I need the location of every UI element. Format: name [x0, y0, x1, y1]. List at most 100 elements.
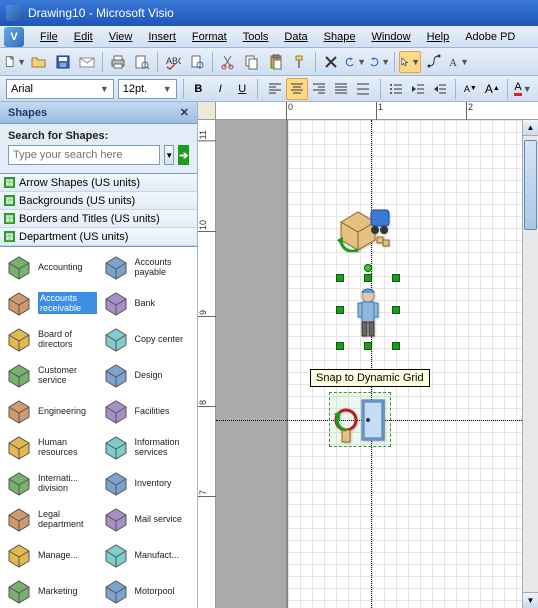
- menu-help[interactable]: Help: [419, 29, 458, 45]
- menu-file[interactable]: File: [32, 29, 66, 45]
- menu-insert[interactable]: Insert: [140, 29, 184, 45]
- shape-item[interactable]: Facilities: [99, 393, 196, 429]
- copy-button[interactable]: [241, 51, 263, 73]
- resize-handle[interactable]: [336, 274, 344, 282]
- align-center-button[interactable]: [286, 78, 308, 100]
- cut-button[interactable]: [217, 51, 239, 73]
- ruler-tick: 10: [198, 220, 216, 232]
- shape-item[interactable]: Board of directors: [2, 321, 99, 357]
- horizontal-ruler[interactable]: 0123: [216, 102, 538, 120]
- shape-item[interactable]: Motorpool: [99, 573, 196, 608]
- italic-button[interactable]: I: [211, 78, 229, 100]
- shape-item[interactable]: Bank: [99, 285, 196, 321]
- shape-item[interactable]: Customer service: [2, 357, 99, 393]
- print-preview-button[interactable]: [131, 51, 153, 73]
- search-dropdown-icon[interactable]: ▼: [164, 145, 174, 165]
- font-color-button[interactable]: A▼: [514, 78, 532, 100]
- stencil-item[interactable]: ▦Borders and Titles (US units): [0, 210, 197, 228]
- pointer-tool-button[interactable]: ▼: [399, 51, 421, 73]
- stencil-item[interactable]: ▦Department (US units): [0, 228, 197, 246]
- shape-label: Information services: [135, 437, 194, 458]
- shape-item[interactable]: Legal department: [2, 501, 99, 537]
- stencil-item[interactable]: ▦Backgrounds (US units): [0, 192, 197, 210]
- research-button[interactable]: [186, 51, 208, 73]
- shape-item[interactable]: Marketing: [2, 573, 99, 608]
- new-button[interactable]: ▼: [4, 51, 26, 73]
- dynamic-guide-v: [371, 120, 372, 608]
- resize-handle[interactable]: [336, 342, 344, 350]
- decrease-indent-button[interactable]: [409, 78, 427, 100]
- shape-thumb-icon: [4, 288, 34, 318]
- resize-handle[interactable]: [336, 306, 344, 314]
- shape-label: Copy center: [135, 334, 194, 344]
- resize-handle[interactable]: [364, 274, 372, 282]
- bold-button[interactable]: B: [189, 78, 207, 100]
- text-tool-button[interactable]: A▼: [447, 51, 469, 73]
- menu-data[interactable]: Data: [276, 29, 315, 45]
- menu-adobe[interactable]: Adobe PD: [457, 29, 523, 45]
- shape-item[interactable]: Accounts payable: [99, 249, 196, 285]
- align-justify-button[interactable]: [330, 78, 352, 100]
- scroll-thumb[interactable]: [524, 140, 537, 230]
- shape-item[interactable]: Human resources: [2, 429, 99, 465]
- underline-button[interactable]: U: [233, 78, 251, 100]
- drawing-canvas[interactable]: Snap to Dynamic Grid: [216, 120, 538, 608]
- shape-item[interactable]: Mail service: [99, 501, 196, 537]
- resize-handle[interactable]: [392, 342, 400, 350]
- search-input[interactable]: [8, 145, 160, 165]
- canvas-shape-bank-dragging[interactable]: [332, 394, 390, 449]
- close-icon[interactable]: ✕: [180, 106, 189, 119]
- delete-button[interactable]: [320, 51, 342, 73]
- align-right-button[interactable]: [308, 78, 330, 100]
- rotation-handle[interactable]: [364, 264, 372, 272]
- bullets-button[interactable]: [387, 78, 405, 100]
- resize-handle[interactable]: [392, 306, 400, 314]
- shape-item[interactable]: Engineering: [2, 393, 99, 429]
- redo-button[interactable]: ▼: [368, 51, 390, 73]
- shape-item[interactable]: Manufact...: [99, 537, 196, 573]
- distribute-button[interactable]: [352, 78, 374, 100]
- font-size-combo[interactable]: 12pt.▼: [118, 79, 177, 99]
- vertical-scrollbar[interactable]: ▲ ▼: [522, 120, 538, 608]
- menu-tools[interactable]: Tools: [235, 29, 277, 45]
- print-button[interactable]: [107, 51, 129, 73]
- shape-thumb-icon: [101, 576, 131, 606]
- shape-item[interactable]: Internati... division: [2, 465, 99, 501]
- visio-logo-icon[interactable]: V: [4, 27, 24, 47]
- scroll-down-icon[interactable]: ▼: [523, 592, 538, 608]
- shape-item[interactable]: Manage...: [2, 537, 99, 573]
- menu-edit[interactable]: Edit: [66, 29, 101, 45]
- spelling-button[interactable]: ABC: [162, 51, 184, 73]
- scroll-up-icon[interactable]: ▲: [523, 120, 538, 136]
- shape-item[interactable]: Accounting: [2, 249, 99, 285]
- menu-shape[interactable]: Shape: [316, 29, 364, 45]
- vertical-ruler[interactable]: 1110987: [198, 120, 216, 608]
- shape-item[interactable]: Design: [99, 357, 196, 393]
- save-button[interactable]: [52, 51, 74, 73]
- shape-thumb-icon: [101, 324, 131, 354]
- menu-format[interactable]: Format: [184, 29, 235, 45]
- increase-font-button[interactable]: A▲: [483, 78, 501, 100]
- resize-handle[interactable]: [364, 342, 372, 350]
- shape-item[interactable]: Copy center: [99, 321, 196, 357]
- menu-window[interactable]: Window: [363, 29, 418, 45]
- align-left-button[interactable]: [264, 78, 286, 100]
- shape-item[interactable]: Information services: [99, 429, 196, 465]
- increase-indent-button[interactable]: [431, 78, 449, 100]
- open-button[interactable]: [28, 51, 50, 73]
- email-button[interactable]: [76, 51, 98, 73]
- shape-item[interactable]: Accounts receivable: [2, 285, 99, 321]
- resize-handle[interactable]: [392, 274, 400, 282]
- stencil-item[interactable]: ▦Arrow Shapes (US units): [0, 174, 197, 192]
- format-painter-button[interactable]: [289, 51, 311, 73]
- canvas-shape-inventory[interactable]: [333, 202, 393, 255]
- connector-tool-button[interactable]: [423, 51, 445, 73]
- decrease-font-button[interactable]: A▼: [461, 78, 479, 100]
- shape-item[interactable]: Inventory: [99, 465, 196, 501]
- paste-button[interactable]: [265, 51, 287, 73]
- undo-button[interactable]: ▼: [344, 51, 366, 73]
- font-name-combo[interactable]: Arial▼: [6, 79, 114, 99]
- selection-handles[interactable]: [340, 278, 396, 346]
- search-go-button[interactable]: ➔: [178, 145, 189, 165]
- menu-view[interactable]: View: [101, 29, 141, 45]
